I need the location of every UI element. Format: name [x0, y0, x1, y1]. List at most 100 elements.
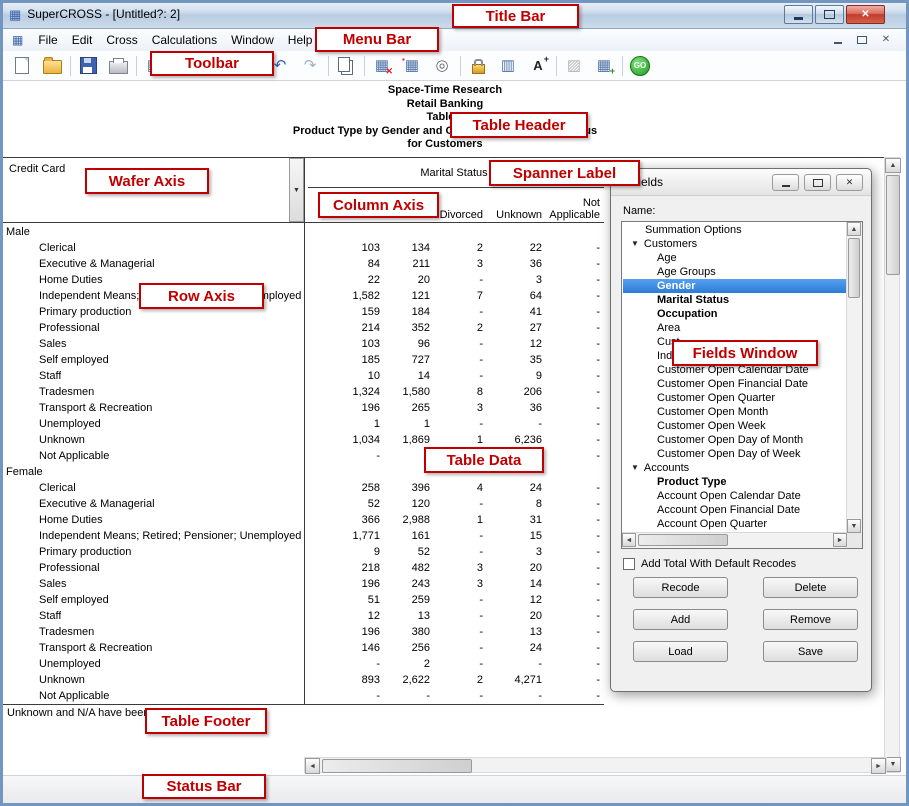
data-cell[interactable]: -: [520, 290, 600, 302]
child-close-button[interactable]: ✕: [876, 32, 896, 48]
row-label[interactable]: Primary production: [39, 546, 131, 558]
row-label[interactable]: Transport & Recreation: [39, 642, 152, 654]
row-label[interactable]: Not Applicable: [39, 690, 109, 702]
data-cell[interactable]: -: [520, 242, 600, 254]
data-cell[interactable]: -: [520, 498, 600, 510]
menu-help[interactable]: Help: [281, 30, 320, 50]
minimize-button[interactable]: [784, 5, 813, 24]
toolbar-diagonal-button[interactable]: ▨: [561, 53, 587, 79]
row-label[interactable]: Primary production: [39, 306, 131, 318]
menu-cross[interactable]: Cross: [99, 30, 144, 50]
toolbar-lock-button[interactable]: [465, 53, 491, 79]
row-label[interactable]: Unemployed: [39, 418, 101, 430]
data-cell[interactable]: -: [520, 658, 600, 670]
add-total-checkbox[interactable]: [623, 558, 635, 570]
row-label[interactable]: Home Duties: [39, 274, 103, 286]
recode-button[interactable]: Recode: [633, 577, 728, 598]
field-item-customer-open-week[interactable]: Customer Open Week: [623, 419, 847, 433]
collapse-arrow-icon[interactable]: ▼: [631, 237, 639, 251]
row-label[interactable]: Independent Means; Retired; Pensioner; U…: [39, 530, 301, 542]
row-label[interactable]: Clerical: [39, 242, 76, 254]
row-label[interactable]: Sales: [39, 578, 67, 590]
toolbar-open-file-button[interactable]: [39, 53, 65, 79]
fields-horizontal-scrollbar[interactable]: ◄ ►: [622, 532, 847, 548]
data-cell[interactable]: -: [520, 354, 600, 366]
field-item-customers[interactable]: ▼Customers: [623, 237, 847, 251]
row-label[interactable]: Self employed: [39, 594, 109, 606]
data-cell[interactable]: -: [520, 690, 600, 702]
scroll-right-icon[interactable]: ►: [871, 758, 886, 774]
field-item-customer-open-month[interactable]: Customer Open Month: [623, 405, 847, 419]
field-item-account-open-quarter[interactable]: Account Open Quarter: [623, 517, 847, 531]
save-button[interactable]: Save: [763, 641, 858, 662]
data-cell[interactable]: -: [520, 642, 600, 654]
vertical-scrollbar[interactable]: ▲ ▼: [884, 157, 900, 773]
toolbar-delete-table-button[interactable]: ▦✕: [369, 53, 395, 79]
field-item-account-open-calendar-date[interactable]: Account Open Calendar Date: [623, 489, 847, 503]
row-label[interactable]: Female: [6, 466, 43, 478]
scroll-up-icon[interactable]: ▲: [885, 158, 901, 173]
scroll-left-icon[interactable]: ◄: [305, 758, 320, 774]
horizontal-scroll-thumb[interactable]: [322, 759, 472, 773]
scroll-left-icon[interactable]: ◄: [622, 533, 636, 547]
toolbar-redo-button[interactable]: ↷: [297, 53, 323, 79]
field-item-customer-open-day-of-week[interactable]: Customer Open Day of Week: [623, 447, 847, 461]
fields-hscroll-thumb[interactable]: [638, 534, 728, 546]
row-label[interactable]: Unemployed: [39, 658, 101, 670]
field-item-gender[interactable]: Gender: [623, 279, 847, 293]
row-label[interactable]: Executive & Managerial: [39, 258, 155, 270]
toolbar-increase-font-button[interactable]: A+: [525, 53, 551, 79]
scroll-down-icon[interactable]: ▼: [847, 519, 861, 533]
row-label[interactable]: Professional: [39, 562, 100, 574]
collapse-arrow-icon[interactable]: ▼: [631, 461, 639, 475]
row-label[interactable]: Male: [6, 226, 30, 238]
data-cell[interactable]: -: [520, 514, 600, 526]
menu-file[interactable]: File: [31, 30, 64, 50]
field-item-account-open-financial-date[interactable]: Account Open Financial Date: [623, 503, 847, 517]
child-window-icon[interactable]: ▦: [12, 34, 23, 46]
horizontal-scrollbar[interactable]: ◄ ►: [304, 757, 887, 773]
row-label[interactable]: Tradesmen: [39, 626, 94, 638]
row-label[interactable]: Transport & Recreation: [39, 402, 152, 414]
data-cell[interactable]: -: [520, 322, 600, 334]
field-item-summation-options[interactable]: Summation Options: [623, 223, 847, 237]
data-cell[interactable]: -: [520, 258, 600, 270]
field-item-accounts[interactable]: ▼Accounts: [623, 461, 847, 475]
row-label[interactable]: Home Duties: [39, 514, 103, 526]
toolbar-copy-button[interactable]: [333, 53, 359, 79]
row-label[interactable]: Unknown: [39, 674, 85, 686]
toolbar-select-table-button[interactable]: ▦▪: [399, 53, 425, 79]
toolbar-print-button[interactable]: [105, 53, 131, 79]
toolbar-table-columns-button[interactable]: ▥: [495, 53, 521, 79]
field-item-marital-status[interactable]: Marital Status: [623, 293, 847, 307]
data-cell[interactable]: -: [520, 626, 600, 638]
child-minimize-button[interactable]: [828, 32, 848, 48]
row-label[interactable]: Professional: [39, 322, 100, 334]
data-cell[interactable]: -: [520, 434, 600, 446]
field-item-occupation[interactable]: Occupation: [623, 307, 847, 321]
fields-vertical-scrollbar[interactable]: ▲ ▼: [846, 222, 862, 533]
data-cell[interactable]: -: [520, 530, 600, 542]
data-cell[interactable]: -: [520, 546, 600, 558]
data-cell[interactable]: -: [520, 562, 600, 574]
row-label[interactable]: Staff: [39, 370, 61, 382]
delete-button[interactable]: Delete: [763, 577, 858, 598]
toolbar-go-button[interactable]: GO: [627, 53, 653, 79]
fields-window-titlebar[interactable]: Fields ✕: [611, 169, 871, 196]
toolbar-new-document-button[interactable]: [9, 53, 35, 79]
data-cell[interactable]: -: [520, 610, 600, 622]
field-item-area[interactable]: Area: [623, 321, 847, 335]
row-label[interactable]: Self employed: [39, 354, 109, 366]
field-item-customer-open-day-of-month[interactable]: Customer Open Day of Month: [623, 433, 847, 447]
field-item-customer-open-financial-date[interactable]: Customer Open Financial Date: [623, 377, 847, 391]
fields-minimize-button[interactable]: [772, 174, 799, 191]
toolbar-target-button[interactable]: ◎: [429, 53, 455, 79]
data-cell[interactable]: -: [520, 482, 600, 494]
fields-close-button[interactable]: ✕: [836, 174, 863, 191]
data-cell[interactable]: -: [520, 338, 600, 350]
menu-edit[interactable]: Edit: [65, 30, 100, 50]
remove-button[interactable]: Remove: [763, 609, 858, 630]
scroll-right-icon[interactable]: ►: [833, 533, 847, 547]
field-item-customer-open-quarter[interactable]: Customer Open Quarter: [623, 391, 847, 405]
menu-calculations[interactable]: Calculations: [145, 30, 224, 50]
